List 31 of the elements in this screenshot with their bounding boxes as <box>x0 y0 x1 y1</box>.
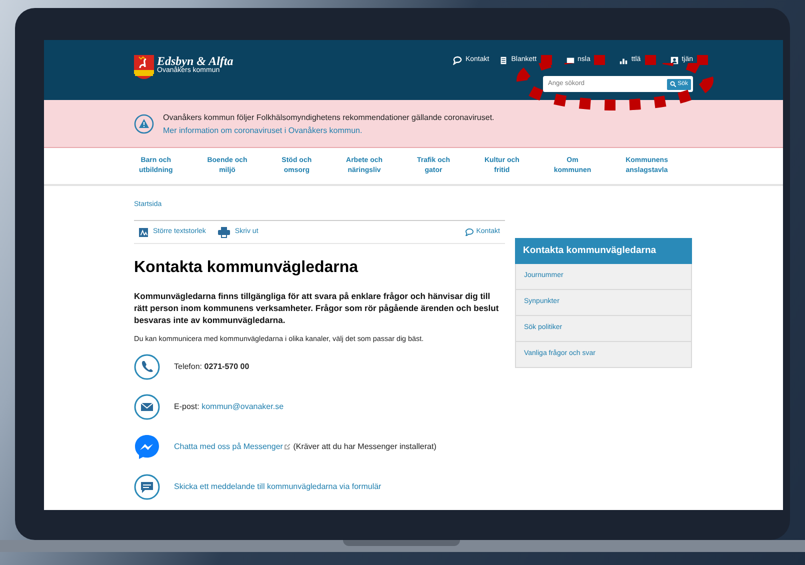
chart-icon <box>619 56 628 64</box>
message-icon <box>134 474 160 500</box>
search-icon <box>670 81 676 87</box>
alert-link[interactable]: Mer information om coronaviruset i Ovanåkers kommun. <box>163 124 494 136</box>
chat-icon <box>453 56 462 64</box>
document-icon <box>499 56 508 64</box>
external-link-icon <box>284 444 290 450</box>
envelope-icon <box>134 394 160 420</box>
sidebar-heading: Kontakta kommunvägledarna <box>515 238 692 264</box>
phone-text: Telefon: 0271-570 00 <box>174 362 250 371</box>
logo-title: Edsbyn & Alfta <box>157 55 234 67</box>
page-heading: Kontakta kommunvägledarna <box>134 258 360 278</box>
text-size-icon <box>139 228 148 236</box>
messenger-text: Chatta med oss på Messenger (Kräver att du har Messenger installerat) <box>174 442 436 451</box>
lead-paragraph: Kommunvägledarna finns tillgängliga för att svara på enklare frågor och hänvisar dig till rätt person inom kommunens verksamheter. Frågor som rör pågående ärenden och beslut besvaras inte av kommunvägledarna. <box>134 290 500 326</box>
email-link[interactable]: kommun@ovanaker.se <box>202 402 284 411</box>
ring-segment <box>644 55 656 65</box>
board-icon <box>566 56 575 64</box>
chat-icon <box>465 228 474 236</box>
email-text: E-post: kommun@ovanaker.se <box>174 402 284 411</box>
printer-icon <box>218 226 230 238</box>
alert-text: Ovanåkers kommun följer Folkhälsomyndighetens rekommendationer gällande coronaviruset. <box>163 112 494 124</box>
messenger-icon <box>134 434 160 460</box>
ring-segment <box>697 55 708 65</box>
person-card-icon <box>670 56 679 64</box>
warning-icon <box>134 114 154 134</box>
coat-of-arms-logo <box>134 55 154 79</box>
phone-icon <box>134 354 160 380</box>
messenger-link[interactable]: Chatta med oss på Messenger <box>174 442 283 451</box>
form-link[interactable]: Skicka ett meddelande till kommunvägledarna via formulär <box>174 482 382 491</box>
ring-segment <box>594 55 606 65</box>
